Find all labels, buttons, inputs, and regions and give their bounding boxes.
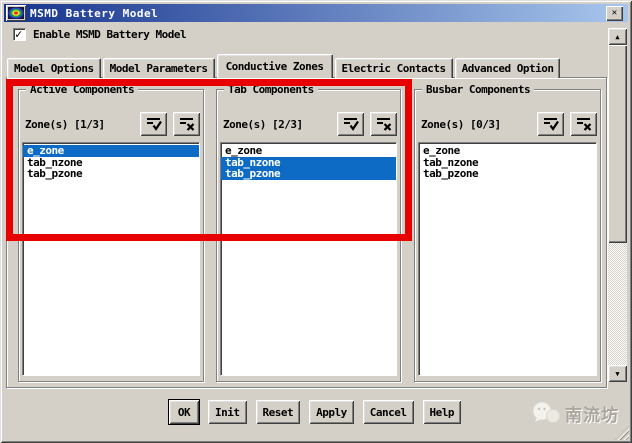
tab-model-parameters[interactable]: Model Parameters xyxy=(102,58,215,78)
list-item[interactable]: e_zone xyxy=(419,145,596,157)
zone-list: e_zone tab_nzone tab_pzone xyxy=(220,142,397,376)
zone-select-buttons xyxy=(140,112,200,136)
enable-model-label: Enable MSMD Battery Model xyxy=(33,28,187,41)
select-all-icon xyxy=(543,118,559,131)
tab-label: Conductive Zones xyxy=(225,60,324,73)
deselect-all-button[interactable] xyxy=(570,112,597,136)
zone-select-buttons xyxy=(337,112,397,136)
select-all-button[interactable] xyxy=(337,112,364,136)
tab-label: Model Options xyxy=(14,62,94,75)
group-title: Active Components xyxy=(26,83,139,96)
select-all-icon xyxy=(343,118,359,131)
close-icon[interactable]: ✕ xyxy=(606,5,623,21)
deselect-all-icon xyxy=(179,118,194,131)
zone-list: e_zone tab_nzone tab_pzone xyxy=(418,142,597,376)
list-item[interactable]: tab_pzone xyxy=(419,168,596,180)
resize-grip[interactable] xyxy=(615,426,629,440)
vertical-scrollbar[interactable]: ▲ ▼ xyxy=(608,28,627,382)
list-item[interactable]: e_zone xyxy=(221,145,396,157)
group-title: Tab Components xyxy=(224,83,318,96)
tab-advanced-option[interactable]: Advanced Option xyxy=(454,58,561,78)
zone-count-label: Zone(s) [1/3] xyxy=(25,118,105,131)
deselect-all-icon xyxy=(576,118,591,131)
scrollbar-thumb[interactable] xyxy=(608,45,627,243)
group-active-components: Active Components Zone(s) [1/3] e_zone t… xyxy=(18,83,204,382)
tab-electric-contacts[interactable]: Electric Contacts xyxy=(334,58,453,78)
scroll-down-icon[interactable]: ▼ xyxy=(608,365,627,382)
tab-label: Model Parameters xyxy=(109,62,208,75)
zone-count-label: Zone(s) [2/3] xyxy=(223,118,303,131)
tab-conductive-zones[interactable]: Conductive Zones xyxy=(216,54,333,78)
scroll-up-icon[interactable]: ▲ xyxy=(608,28,627,45)
contour-plot-icon xyxy=(8,7,24,19)
group-tab-components: Tab Components Zone(s) [2/3] e_zone tab_… xyxy=(216,83,401,382)
reset-button[interactable]: Reset xyxy=(255,400,301,424)
zone-select-buttons xyxy=(537,112,597,136)
title-bar: MSMD Battery Model ✕ xyxy=(4,4,628,22)
dialog-footer: OK Init Reset Apply Cancel Help xyxy=(168,399,461,425)
cancel-button[interactable]: Cancel xyxy=(362,400,414,424)
group-title: Busbar Components xyxy=(422,83,535,96)
list-item[interactable]: tab_pzone xyxy=(23,168,199,180)
watermark-text: 南流坊 xyxy=(565,405,619,426)
deselect-all-button[interactable] xyxy=(370,112,397,136)
deselect-all-button[interactable] xyxy=(173,112,200,136)
init-button[interactable]: Init xyxy=(208,400,247,424)
apply-button[interactable]: Apply xyxy=(309,400,354,424)
app-icon xyxy=(6,5,26,21)
list-item[interactable]: tab_pzone xyxy=(221,168,396,180)
select-all-button[interactable] xyxy=(537,112,564,136)
select-all-button[interactable] xyxy=(140,112,167,136)
group-busbar-components: Busbar Components Zone(s) [0/3] e_zone t… xyxy=(414,83,601,382)
select-all-icon xyxy=(146,118,162,131)
help-button[interactable]: Help xyxy=(422,400,461,424)
zone-count-label: Zone(s) [0/3] xyxy=(421,118,501,131)
enable-model-checkbox[interactable] xyxy=(13,27,26,41)
window-title: MSMD Battery Model xyxy=(30,6,159,20)
chat-bubbles-icon xyxy=(532,401,560,423)
tab-model-options[interactable]: Model Options xyxy=(7,58,101,78)
conductive-zones-panel: Active Components Zone(s) [1/3] e_zone t… xyxy=(6,77,607,388)
deselect-all-icon xyxy=(376,118,391,131)
msmd-battery-model-dialog: MSMD Battery Model ✕ Enable MSMD Battery… xyxy=(0,0,632,443)
zone-list: e_zone tab_nzone tab_pzone xyxy=(22,142,200,376)
list-item[interactable]: e_zone xyxy=(23,145,199,157)
ok-button[interactable]: OK xyxy=(168,399,200,425)
tab-label: Advanced Option xyxy=(461,62,554,75)
tab-strip: Model Options Model Parameters Conductiv… xyxy=(7,54,562,78)
watermark: 南流坊 xyxy=(530,400,619,426)
tab-label: Electric Contacts xyxy=(341,62,447,75)
enable-model-row: Enable MSMD Battery Model xyxy=(13,27,187,41)
